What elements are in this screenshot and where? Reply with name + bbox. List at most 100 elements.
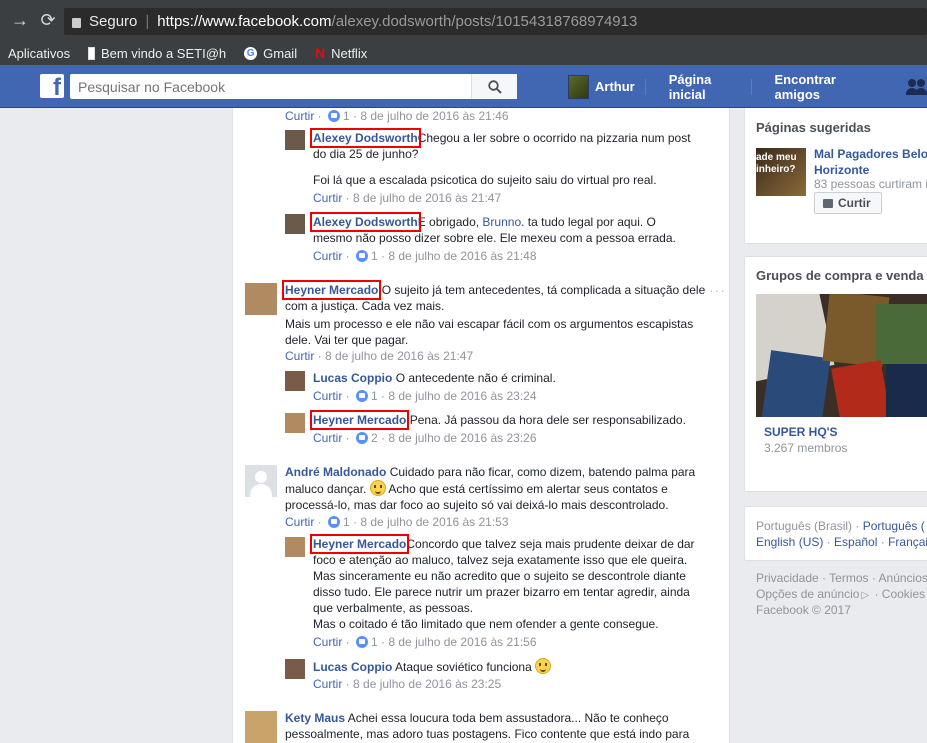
groups-box: Grupos de compra e venda SUPER HQ'S 3.26… — [744, 256, 927, 492]
lock-icon — [72, 17, 81, 28]
copyright: Facebook © 2017 — [756, 603, 851, 617]
like-icon — [356, 636, 369, 648]
netflix-icon: N — [315, 44, 326, 61]
language-link[interactable]: Françai — [888, 535, 927, 549]
url-field[interactable]: Seguro | https://www.facebook.com /alexe… — [64, 8, 927, 35]
search-input[interactable] — [70, 74, 517, 99]
footer-link-privacy[interactable]: Privacidade — [756, 571, 819, 585]
bookmark-apps[interactable]: Aplicativos — [8, 46, 70, 61]
page-thumbnail[interactable]: ade meu inheiro? — [756, 148, 806, 196]
comment-text: Foi lá que a escalada psicotica do sujei… — [313, 173, 657, 187]
facebook-header: f Arthur Página inicial Encontrar amigos — [0, 65, 927, 108]
avatar[interactable] — [245, 283, 277, 315]
reload-icon[interactable]: ⟳ — [34, 10, 62, 31]
footer-link-ad-choices[interactable]: Opções de anúncio — [756, 587, 859, 601]
ad-choices-icon: ▷ — [861, 590, 870, 601]
like-link[interactable]: Curtir — [285, 349, 314, 363]
like-link[interactable]: Curtir — [313, 389, 342, 403]
page-like-button[interactable]: Curtir — [814, 192, 882, 214]
browser-address-bar: → ⟳ Seguro | https://www.facebook.com /a… — [0, 0, 927, 41]
comment-author[interactable]: Lucas Coppio — [313, 660, 392, 674]
like-icon — [356, 432, 369, 444]
like-icon — [328, 516, 341, 528]
search-button[interactable] — [471, 74, 517, 99]
comment-meta: Curtir · 1 · 8 de julho de 2016 às 21:53 — [285, 515, 509, 529]
suggested-pages-title: Páginas sugeridas — [756, 120, 871, 135]
comment: Heyner Mercado O sujeito já tem antecede… — [281, 280, 706, 313]
comment-meta: Curtir · 8 de julho de 2016 às 21:47 — [285, 349, 474, 363]
user-link[interactable]: Arthur — [595, 79, 635, 94]
comments-panel: Curtir · 1 · 8 de julho de 2016 às 21:46… — [232, 108, 730, 743]
like-link[interactable]: Curtir — [313, 431, 342, 445]
like-icon — [356, 250, 369, 262]
comment: Kety Maus Achei essa loucura toda bem as… — [285, 711, 690, 741]
language-link[interactable]: Português ( — [863, 519, 925, 533]
comment-author[interactable]: André Maldonado — [285, 465, 386, 479]
like-link[interactable]: Curtir — [285, 515, 314, 529]
home-link[interactable]: Página inicial — [669, 72, 741, 102]
comment: Lucas Coppio O antecedente não é crimina… — [313, 371, 556, 385]
language-current: Português (Brasil) — [756, 519, 853, 533]
comment-meta: Curtir · 1 · 8 de julho de 2016 às 21:46 — [285, 109, 509, 123]
like-link[interactable]: Curtir — [285, 109, 314, 123]
facebook-logo-icon[interactable]: f — [40, 74, 64, 101]
back-arrow-icon[interactable]: → — [6, 10, 34, 31]
comment-author[interactable]: Heyner Mercado — [309, 410, 410, 430]
avatar[interactable] — [285, 371, 305, 391]
comment-author[interactable]: Heyner Mercado — [281, 280, 382, 300]
friend-requests-icon[interactable] — [906, 78, 927, 95]
page-likes: 83 pessoas curtiram i — [814, 177, 927, 191]
comment-author[interactable]: Heyner Mercado — [309, 534, 410, 554]
avatar[interactable] — [285, 659, 305, 679]
like-link[interactable]: Curtir — [313, 191, 342, 205]
secure-label: Seguro — [89, 13, 138, 30]
language-link[interactable]: English (US) — [756, 535, 823, 549]
find-friends-link[interactable]: Encontrar amigos — [774, 72, 870, 102]
suggested-pages-box: Páginas sugeridas ade meu inheiro? Mal P… — [744, 108, 927, 244]
comment-author[interactable]: Lucas Coppio — [313, 371, 392, 385]
groups-title: Grupos de compra e venda — [756, 268, 924, 283]
smile-emoji-icon — [369, 480, 386, 496]
default-avatar-icon — [255, 471, 267, 483]
like-link[interactable]: Curtir — [313, 249, 342, 263]
footer-link-cookies[interactable]: Cookies — [882, 587, 925, 601]
page-icon — [88, 46, 95, 60]
bookmark-netflix[interactable]: N Netflix — [315, 46, 367, 61]
comment-meta: Curtir · 8 de julho de 2016 às 23:25 — [313, 677, 502, 691]
comment: Lucas Coppio Ataque soviético funciona — [313, 658, 703, 675]
like-link[interactable]: Curtir — [313, 635, 342, 649]
like-link[interactable]: Curtir — [313, 677, 342, 691]
comment: Heyner Mercado Pena. Já passou da hora d… — [309, 410, 686, 430]
search-icon — [487, 79, 502, 94]
avatar[interactable] — [245, 711, 277, 743]
mention-link[interactable]: Brunno — [482, 215, 521, 229]
footer-link-ads[interactable]: Anúncios — [879, 571, 927, 585]
user-avatar[interactable] — [568, 74, 590, 99]
thumbs-up-icon — [823, 198, 833, 208]
avatar[interactable] — [245, 465, 277, 497]
avatar[interactable] — [285, 537, 305, 557]
bookmark-gmail[interactable]: G Gmail — [244, 46, 297, 61]
comment: Heyner MercadoConcordo que talvez seja m… — [309, 534, 695, 615]
avatar[interactable] — [285, 130, 305, 150]
comment-text: Mais um processo e ele não vai escapar f… — [285, 317, 694, 347]
avatar[interactable] — [285, 413, 305, 433]
language-link[interactable]: Español — [834, 535, 877, 549]
avatar[interactable] — [285, 214, 305, 234]
group-name-link[interactable]: SUPER HQ'S — [764, 424, 838, 440]
comment-author[interactable]: Alexey Dodsworth — [310, 212, 421, 232]
group-cover-image[interactable] — [756, 294, 927, 417]
comment-text: Mas o coitado é tão limitado que nem ofe… — [313, 617, 659, 631]
comment-meta: Curtir · 1 · 8 de julho de 2016 às 21:48 — [313, 249, 537, 263]
footer-links: Privacidade · Termos · Anúncios — [756, 571, 927, 585]
page-name-link[interactable]: Mal Pagadores Belo Horizonte — [814, 146, 927, 178]
like-icon — [356, 390, 369, 402]
google-icon: G — [244, 46, 258, 60]
comment-author[interactable]: Alexey Dodsworth — [310, 128, 421, 148]
more-options-icon[interactable]: ··· — [709, 282, 726, 298]
footer-link-terms[interactable]: Termos — [829, 571, 868, 585]
comment-author[interactable]: Kety Maus — [285, 711, 345, 725]
bookmark-seti[interactable]: Bem vindo a SETI@h — [88, 46, 226, 61]
group-members: 3.267 membros — [764, 441, 848, 455]
comment-meta: Curtir · 8 de julho de 2016 às 21:47 — [313, 191, 502, 205]
